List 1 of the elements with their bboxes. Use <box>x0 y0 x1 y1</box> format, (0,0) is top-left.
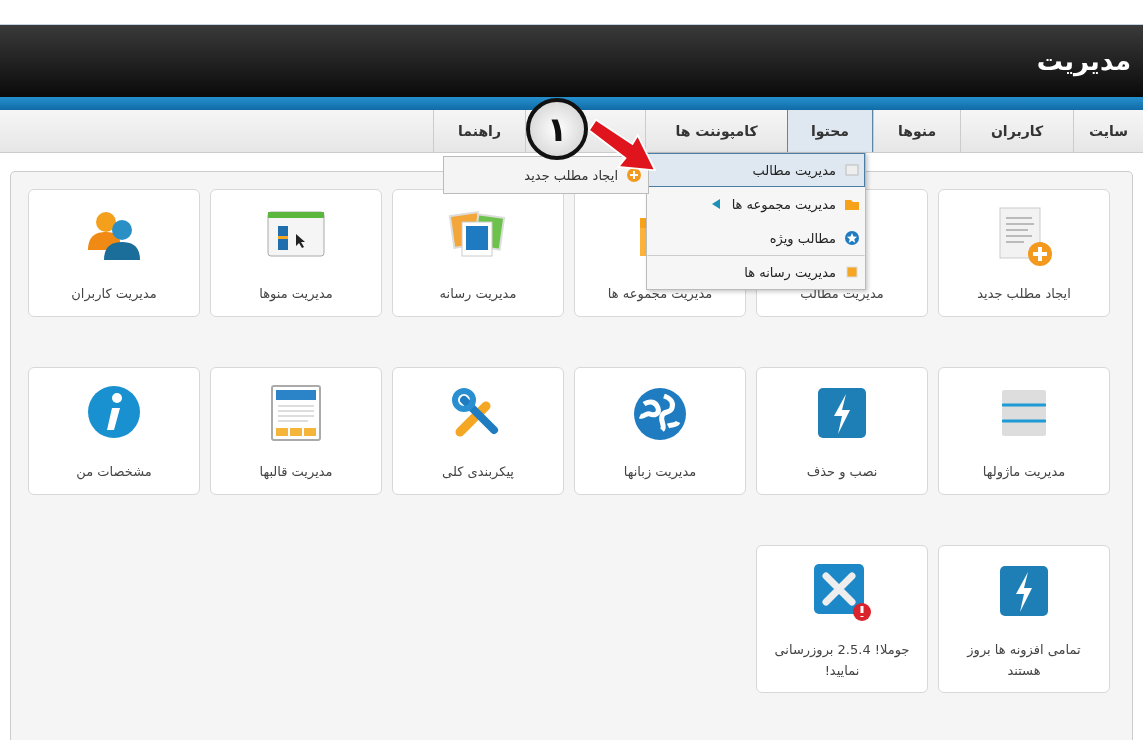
page-title: مدیریت <box>1036 46 1131 76</box>
